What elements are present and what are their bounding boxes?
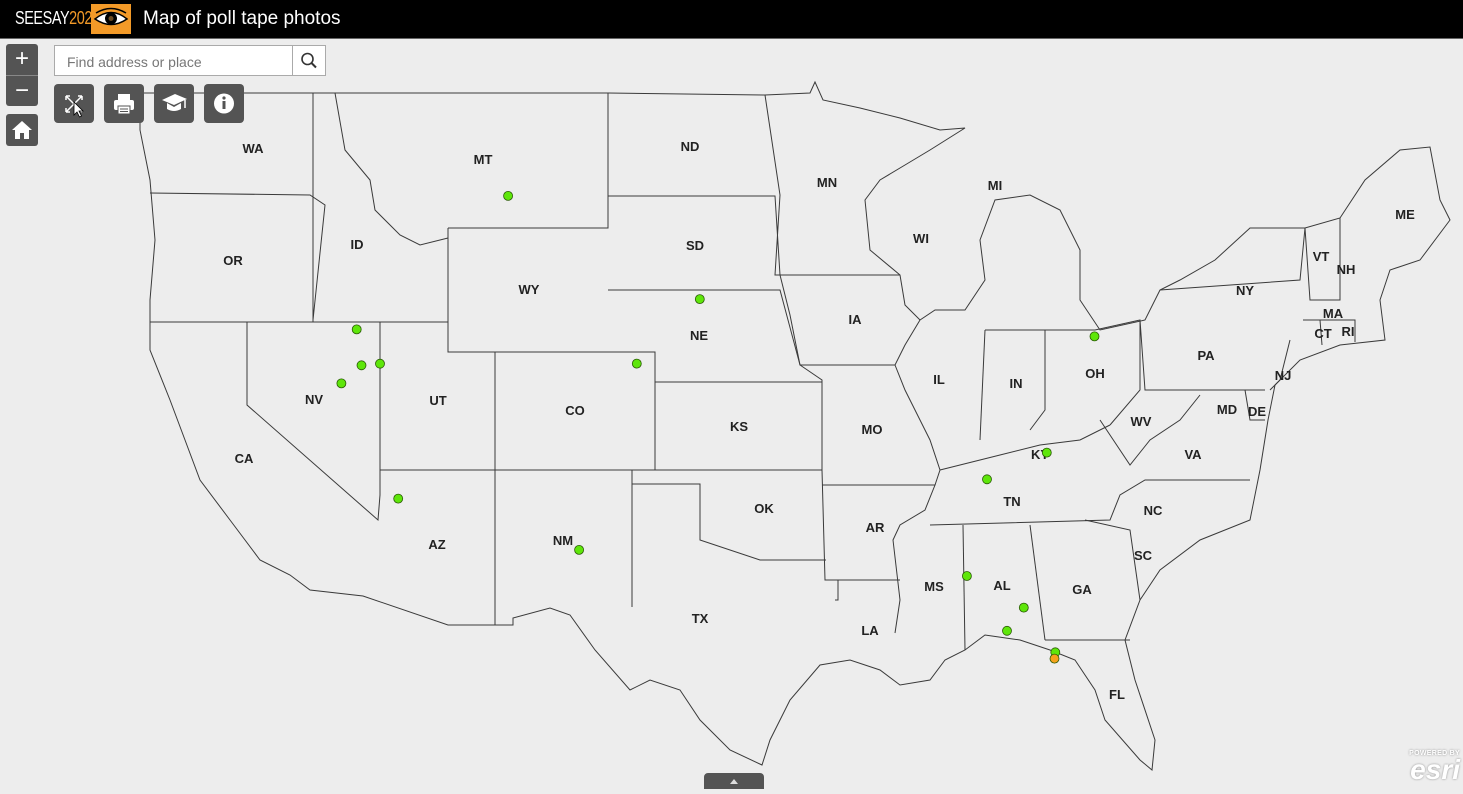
state-label-ar: AR — [866, 520, 885, 535]
state-label-mt: MT — [474, 152, 493, 167]
state-label-fl: FL — [1109, 687, 1125, 702]
home-button[interactable] — [6, 114, 38, 146]
state-label-nc: NC — [1144, 503, 1163, 518]
state-label-az: AZ — [428, 537, 445, 552]
state-label-id: ID — [351, 237, 364, 252]
info-icon — [214, 93, 234, 114]
poll-tape-photo-marker[interactable] — [1002, 625, 1012, 636]
info-tool-button[interactable] — [204, 84, 244, 123]
printer-icon — [114, 94, 134, 115]
poll-tape-photo-marker[interactable] — [1089, 331, 1100, 342]
app-header: SEESAY2020 Map of poll tape photos — [0, 0, 1463, 39]
state-label-va: VA — [1184, 447, 1202, 462]
state-label-ca: CA — [235, 451, 254, 466]
basemap-tool-button[interactable] — [154, 84, 194, 123]
poll-tape-photo-marker[interactable] — [336, 378, 347, 389]
state-label-ma: MA — [1323, 306, 1344, 321]
state-borders — [139, 80, 1451, 771]
search-input[interactable] — [55, 46, 307, 77]
state-label-ut: UT — [429, 393, 446, 408]
home-icon — [12, 121, 32, 139]
state-label-sd: SD — [686, 238, 704, 253]
state-label-vt: VT — [1313, 249, 1330, 264]
poll-tape-photo-marker[interactable] — [393, 493, 404, 504]
state-label-sc: SC — [1134, 548, 1153, 563]
state-label-me: ME — [1395, 207, 1415, 222]
state-label-mo: MO — [862, 422, 883, 437]
us-map[interactable]: WA OR CA NV ID MT WY UT AZ CO NM ND SD NE KS OK TX MN IA MO… — [0, 39, 1463, 789]
state-label-de: DE — [1248, 404, 1266, 419]
state-label-al: AL — [993, 578, 1010, 593]
attribution-toggle[interactable] — [704, 773, 764, 789]
state-labels: WA OR CA NV ID MT WY UT AZ CO NM ND SD NE KS OK TX MN IA MO… — [223, 139, 1415, 702]
graduation-cap-icon — [162, 94, 187, 111]
chevron-up-icon — [730, 779, 738, 784]
state-label-in: IN — [1010, 376, 1023, 391]
search-icon — [301, 52, 317, 69]
state-label-mn: MN — [817, 175, 837, 190]
esri-wordmark: esri — [1410, 754, 1460, 785]
zoom-out-button[interactable]: − — [6, 76, 38, 107]
state-label-oh: OH — [1085, 366, 1105, 381]
select-tool-button[interactable] — [54, 84, 94, 123]
poll-tape-photo-marker[interactable] — [982, 474, 992, 485]
state-label-pa: PA — [1197, 348, 1215, 363]
state-label-ri: RI — [1342, 324, 1355, 339]
state-label-md: MD — [1217, 402, 1237, 417]
state-label-ia: IA — [849, 312, 863, 327]
state-label-tn: TN — [1003, 494, 1020, 509]
select-arrows-icon — [65, 95, 84, 118]
state-label-mi: MI — [988, 178, 1002, 193]
state-label-wi: WI — [913, 231, 929, 246]
state-label-wa: WA — [243, 141, 265, 156]
poll-tape-photo-marker[interactable] — [375, 358, 385, 369]
eye-icon — [91, 4, 131, 34]
esri-logo: POWERED BY esri — [1402, 748, 1462, 786]
state-label-or: OR — [223, 253, 243, 268]
poll-tape-photo-marker[interactable] — [1049, 653, 1060, 664]
state-label-ga: GA — [1072, 582, 1092, 597]
poll-tape-photo-marker[interactable] — [694, 294, 705, 305]
app-logo: SEESAY2020 — [15, 8, 100, 29]
state-label-la: LA — [861, 623, 879, 638]
page-title: Map of poll tape photos — [143, 8, 341, 29]
poll-tape-photo-marker[interactable] — [1018, 602, 1029, 613]
state-label-ks: KS — [730, 419, 748, 434]
state-label-nj: NJ — [1275, 368, 1292, 383]
poll-tape-photo-marker[interactable] — [574, 545, 584, 555]
state-label-ok: OK — [754, 501, 774, 516]
state-label-il: IL — [933, 372, 945, 387]
state-label-nm: NM — [553, 533, 573, 548]
zoom-control: + − — [6, 44, 38, 106]
poll-tape-photo-marker[interactable] — [356, 360, 367, 371]
state-label-nh: NH — [1337, 262, 1356, 277]
state-label-nd: ND — [681, 139, 700, 154]
state-label-ne: NE — [690, 328, 708, 343]
search-box — [54, 45, 326, 77]
poll-tape-markers — [336, 190, 1100, 664]
poll-tape-photo-marker[interactable] — [962, 571, 972, 581]
print-tool-button[interactable] — [104, 84, 144, 123]
poll-tape-photo-marker[interactable] — [351, 324, 362, 335]
state-label-wv: WV — [1131, 414, 1152, 429]
state-label-tx: TX — [692, 611, 709, 626]
state-label-nv: NV — [305, 392, 323, 407]
state-label-co: CO — [565, 403, 585, 418]
poll-tape-photo-marker[interactable] — [631, 358, 642, 369]
state-label-ms: MS — [924, 579, 944, 594]
poll-tape-photo-marker[interactable] — [503, 190, 514, 201]
state-label-ny: NY — [1236, 283, 1254, 298]
poll-tape-photo-marker[interactable] — [1041, 447, 1052, 458]
state-label-ct: CT — [1314, 326, 1331, 341]
state-label-wy: WY — [519, 282, 540, 297]
logo-text: SEESAY — [15, 8, 70, 28]
zoom-in-button[interactable]: + — [6, 44, 38, 75]
search-button[interactable] — [292, 46, 325, 75]
